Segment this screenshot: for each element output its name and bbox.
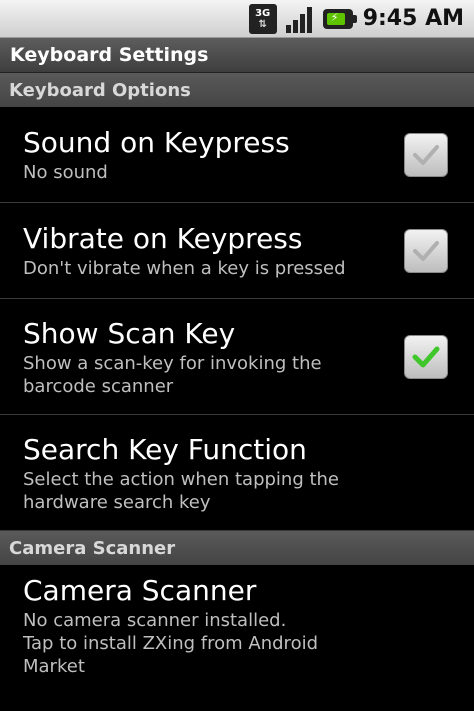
check-on-icon xyxy=(412,346,440,367)
title-bar: Keyboard Settings xyxy=(0,38,474,73)
pref-title: Vibrate on Keypress xyxy=(23,222,303,255)
pref-search-key-function[interactable]: Search Key Function Select the action wh… xyxy=(0,415,474,531)
pref-sound-on-keypress[interactable]: Sound on Keypress No sound xyxy=(0,107,474,203)
signal-strength-icon xyxy=(285,5,315,33)
data-arrows-icon: ⇅ xyxy=(258,18,267,30)
pref-camera-scanner[interactable]: Camera Scanner No camera scanner install… xyxy=(0,565,474,685)
network-type-label: 3G xyxy=(255,7,271,19)
pref-title: Show Scan Key xyxy=(23,316,236,350)
check-off-icon xyxy=(413,240,439,261)
scan-key-checkbox[interactable] xyxy=(404,334,448,379)
pref-summary: Show a scan-key for invoking the barcode… xyxy=(23,352,322,397)
network-3g-icon: 3G ⇅ xyxy=(248,3,277,34)
pref-show-scan-key[interactable]: Show Scan Key Show a scan-key for invoki… xyxy=(0,299,474,415)
pref-summary-line-1: No camera scanner installed. xyxy=(23,609,287,631)
battery-charging-icon xyxy=(322,8,357,29)
category-label: Camera Scanner xyxy=(9,537,176,559)
pref-title: Search Key Function xyxy=(23,432,307,466)
pref-summary-line-2: Tap to install ZXing from Android Market xyxy=(23,632,319,677)
category-camera-scanner: Camera Scanner xyxy=(0,531,474,565)
category-keyboard-options: Keyboard Options xyxy=(0,73,474,107)
window-title: Keyboard Settings xyxy=(10,44,209,66)
check-off-icon xyxy=(413,144,439,165)
status-time: 9:45 AM xyxy=(362,6,464,31)
pref-summary: Don't vibrate when a key is pressed xyxy=(23,258,346,279)
category-label: Keyboard Options xyxy=(9,79,191,101)
pref-vibrate-on-keypress[interactable]: Vibrate on Keypress Don't vibrate when a… xyxy=(0,203,474,299)
pref-summary: Select the action when tapping the hardw… xyxy=(23,468,340,513)
sound-checkbox[interactable] xyxy=(404,132,448,177)
status-bar: 3G ⇅ 9:45 AM xyxy=(0,0,474,38)
pref-title: Camera Scanner xyxy=(23,573,257,607)
pref-summary: No sound xyxy=(23,162,108,183)
pref-title: Sound on Keypress xyxy=(23,126,290,159)
vibrate-checkbox[interactable] xyxy=(404,228,448,273)
